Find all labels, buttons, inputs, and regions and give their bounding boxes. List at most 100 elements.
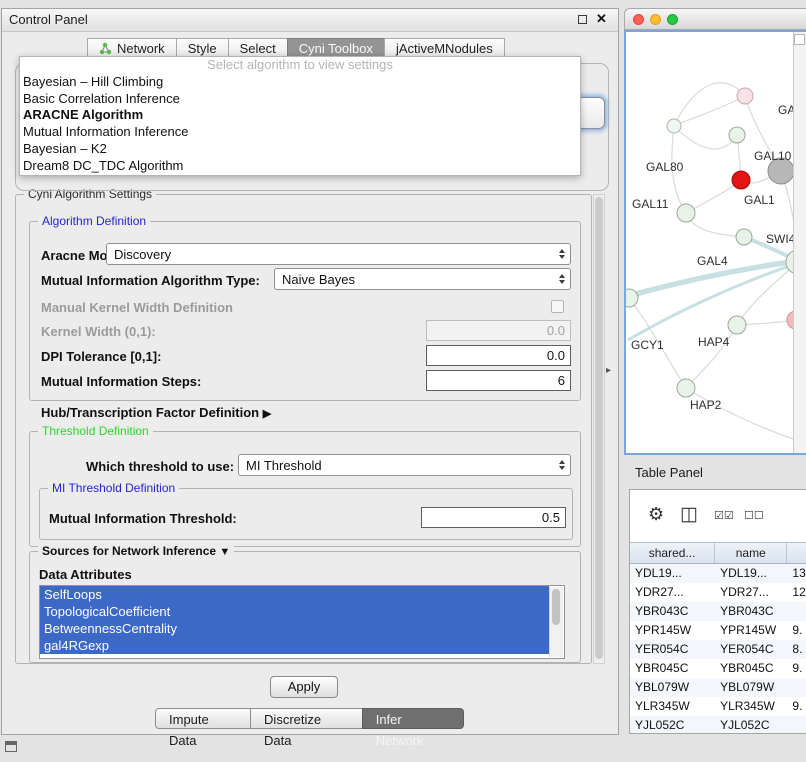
cell: YDR27...	[630, 583, 715, 602]
apply-button[interactable]: Apply	[270, 676, 338, 698]
table-row[interactable]: YDR27...YDR27...12	[630, 583, 806, 602]
network-node[interactable]	[729, 127, 745, 143]
cell: 9.	[787, 697, 806, 716]
mi-threshold-field[interactable]: 0.5	[421, 507, 566, 528]
kernel-width-label: Kernel Width (0,1):	[41, 324, 156, 339]
network-node[interactable]	[736, 229, 752, 245]
cell: YLR345W	[715, 697, 787, 716]
tab-label: Cyni Toolbox	[299, 41, 373, 56]
dropdown-item-selected[interactable]: ARACNE Algorithm	[20, 107, 580, 124]
table-body: YDL19...YDL19...13 YDR27...YDR27...12 YB…	[630, 564, 806, 733]
cell: YDR27...	[715, 583, 787, 602]
network-node-hap4[interactable]	[728, 316, 746, 334]
dropdown-item[interactable]: Mutual Information Inference	[20, 124, 580, 141]
cell: 12	[787, 583, 806, 602]
list-item[interactable]: BetweennessCentrality	[40, 620, 549, 637]
dropdown-item[interactable]: Bayesian – Hill Climbing	[20, 74, 580, 91]
table-row[interactable]: YBR045CYBR045C9.	[630, 659, 806, 678]
group-title: Algorithm Definition	[38, 214, 150, 228]
network-node-hap2[interactable]	[677, 379, 695, 397]
minimize-button[interactable]	[650, 14, 661, 25]
cell	[787, 716, 806, 734]
kernel-width-field: 0.0	[426, 320, 571, 341]
close-icon[interactable]: ✕	[596, 11, 607, 27]
group-title: Threshold Definition	[38, 424, 153, 438]
cell: YDL19...	[630, 564, 715, 583]
split-pane-arrow[interactable]: ▸	[606, 365, 611, 376]
network-node[interactable]	[667, 119, 681, 133]
tab-label: Select	[240, 41, 276, 56]
cell: YLR345W	[630, 697, 715, 716]
zoom-button[interactable]	[667, 14, 678, 25]
cell: YPR145W	[630, 621, 715, 640]
node-label: GAL10	[754, 149, 792, 163]
list-item[interactable]: SelfLoops	[40, 586, 549, 603]
node-label: HAP4	[698, 335, 730, 349]
cell: YBL079W	[715, 678, 787, 697]
network-window-titlebar	[624, 8, 806, 30]
network-canvas[interactable]: GAL GAL80 GAL10 GAL11 GAL1 SWI4 GAL4 GCY…	[624, 30, 806, 455]
network-scrollbar[interactable]	[793, 32, 806, 453]
dpi-tolerance-field[interactable]: 0.0	[426, 345, 571, 366]
which-threshold-combobox[interactable]: MI Threshold	[238, 454, 571, 476]
list-scrollbar[interactable]	[549, 587, 563, 657]
table-row[interactable]: YDL19...YDL19...13	[630, 564, 806, 583]
dropdown-item[interactable]: Basic Correlation Inference	[20, 91, 580, 108]
cell: YBR043C	[630, 602, 715, 621]
scrollbar-thumb[interactable]	[552, 589, 560, 625]
docked-panel-icon[interactable]	[5, 741, 17, 752]
table-row[interactable]: YBL079WYBL079W	[630, 678, 806, 697]
manual-kernel-checkbox	[551, 300, 564, 313]
bottom-tab-bar: Impute Data Discretize Data Infer Networ…	[156, 708, 464, 729]
tab-label: Network	[117, 41, 165, 56]
sources-expander[interactable]: Sources for Network Inference ▼	[38, 544, 234, 558]
list-item[interactable]: gal4RGexp	[40, 637, 549, 654]
list-item[interactable]: TopologicalCoefficient	[40, 603, 549, 620]
column-header-name[interactable]: name	[715, 543, 787, 563]
cell: YBL079W	[630, 678, 715, 697]
mi-steps-field[interactable]: 6	[426, 370, 571, 391]
network-node[interactable]	[737, 88, 753, 104]
float-window-icon[interactable]	[578, 15, 587, 24]
scrollbar-thumb[interactable]	[595, 197, 603, 659]
columns-icon[interactable]: ◫	[680, 503, 698, 526]
algorithm-dropdown-popup: Select algorithm to view settings Bayesi…	[19, 56, 581, 176]
close-button[interactable]	[633, 14, 644, 25]
cell: YER054C	[630, 640, 715, 659]
table-header: shared... name	[630, 542, 806, 564]
deselect-all-icon[interactable]: ☐☐	[744, 509, 764, 522]
network-node-selected[interactable]	[732, 171, 750, 189]
cell: YPR145W	[715, 621, 787, 640]
mi-type-label: Mutual Information Algorithm Type:	[41, 273, 260, 288]
tab-discretize-data[interactable]: Discretize Data	[250, 708, 363, 729]
combobox-value: MI Threshold	[246, 458, 322, 473]
hub-definition-label: Hub/Transcription Factor Definition	[41, 405, 259, 420]
table-row[interactable]: YLR345WYLR345W9.	[630, 697, 806, 716]
cell: 8.	[787, 640, 806, 659]
table-row[interactable]: YBR043CYBR043C	[630, 602, 806, 621]
combobox-arrows-icon	[559, 460, 565, 470]
settings-scrollbar[interactable]	[593, 194, 605, 664]
mi-type-combobox[interactable]: Naive Bayes	[274, 268, 571, 290]
table-row[interactable]: YPR145WYPR145W9.	[630, 621, 806, 640]
column-header-shared-name[interactable]: shared...	[630, 543, 715, 563]
gear-icon[interactable]: ⚙	[648, 504, 664, 525]
node-label: GAL1	[744, 193, 775, 207]
hub-definition-expander[interactable]: Hub/Transcription Factor Definition ▶	[41, 405, 271, 420]
expand-down-icon: ▼	[219, 546, 230, 558]
table-row[interactable]: YER054CYER054C8.	[630, 640, 806, 659]
desktop: Control Panel ✕ Network Style Select Cyn…	[0, 0, 806, 762]
dropdown-item[interactable]: Dream8 DC_TDC Algorithm	[20, 158, 580, 175]
dropdown-item[interactable]: Bayesian – K2	[20, 141, 580, 158]
network-node-gal11[interactable]	[677, 204, 695, 222]
network-icon	[99, 42, 112, 55]
aracne-mode-combobox[interactable]: Discovery	[106, 243, 571, 265]
tab-infer-network[interactable]: Infer Network	[362, 708, 464, 729]
column-header-partial[interactable]	[787, 543, 806, 563]
cell	[787, 678, 806, 697]
scrollbar-arrow-box[interactable]	[794, 34, 805, 45]
tab-impute-data[interactable]: Impute Data	[155, 708, 251, 729]
data-attributes-label: Data Attributes	[39, 567, 132, 582]
table-row[interactable]: YJL052CYJL052C	[630, 716, 806, 734]
select-all-icon[interactable]: ☑☑	[714, 509, 734, 522]
